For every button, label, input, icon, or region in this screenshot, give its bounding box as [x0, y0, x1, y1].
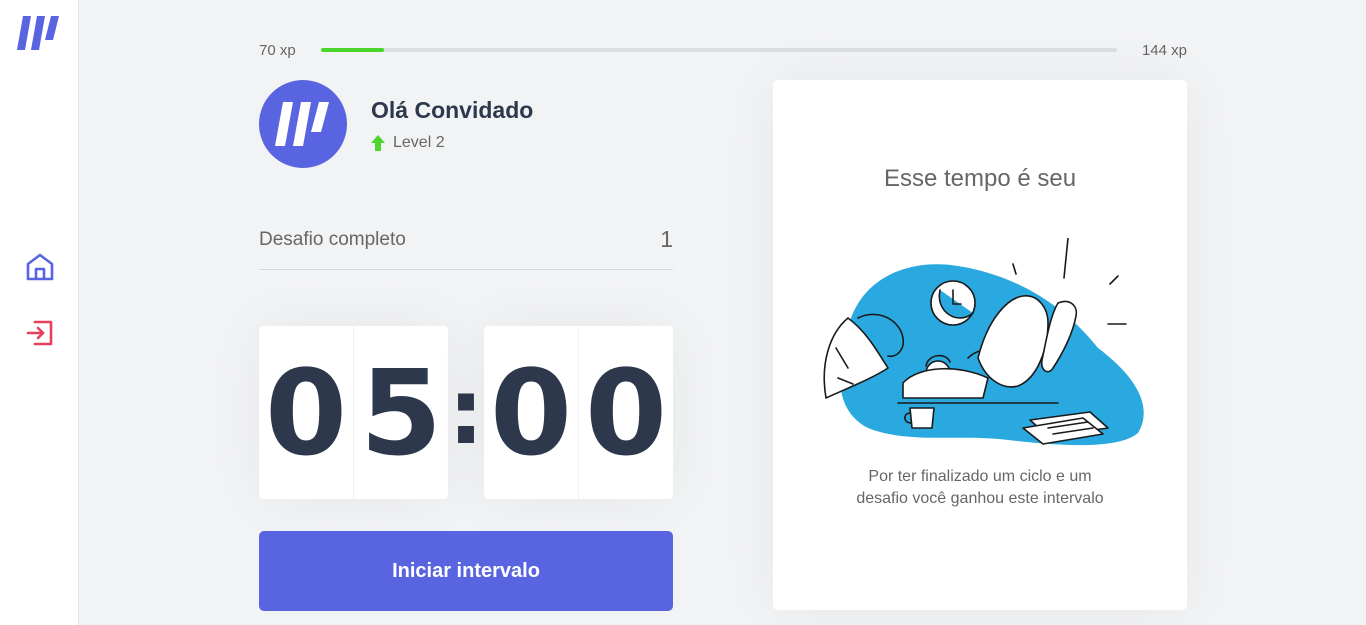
level-label: Level 2 — [393, 133, 445, 151]
experience-bar: 70 xp 144 xp — [259, 40, 1187, 60]
profile-level: Level 2 — [371, 134, 533, 152]
break-card-message: Por ter finalizado um ciclo e um desafio… — [856, 468, 1104, 507]
sidebar — [0, 0, 79, 625]
countdown: 0 5 : 0 0 — [259, 326, 673, 499]
break-card: Esse tempo é seu Por ter finalizado um c… — [773, 80, 1187, 610]
seconds-display: 0 0 — [484, 326, 673, 499]
start-break-button[interactable]: Iniciar intervalo — [259, 531, 673, 611]
logout-icon — [26, 320, 53, 346]
resting-person-illustration — [808, 237, 1153, 453]
countdown-separator: : — [448, 359, 484, 465]
home-icon — [26, 253, 54, 281]
profile: Olá Convidado Level 2 — [259, 80, 533, 168]
current-xp-label: 70 xp — [259, 41, 296, 59]
completed-challenges-label: Desafio completo — [259, 229, 406, 250]
profile-name: Olá Convidado — [371, 96, 534, 123]
nav-logout-button[interactable] — [24, 317, 56, 349]
seconds-tens-digit: 0 — [489, 343, 573, 482]
completed-challenges: Desafio completo 1 — [259, 220, 673, 270]
avatar-logo-icon — [275, 102, 329, 146]
seconds-ones-digit: 0 — [578, 326, 673, 499]
break-card-title: Esse tempo é seu — [883, 165, 1077, 192]
minutes-tens-digit: 0 — [264, 343, 348, 482]
level-up-arrow-icon — [371, 134, 385, 151]
nav-home-button[interactable] — [24, 251, 56, 283]
moveit-logo-icon — [17, 16, 61, 52]
xp-progress-fill — [320, 48, 385, 52]
minutes-ones-digit: 5 — [353, 326, 448, 499]
avatar — [259, 80, 347, 168]
profile-info: Olá Convidado Level 2 — [371, 97, 533, 152]
xp-progress-track — [320, 48, 1117, 52]
minutes-display: 0 5 — [259, 326, 448, 499]
next-level-xp-label: 144 xp — [1141, 41, 1187, 59]
completed-challenges-count: 1 — [660, 226, 673, 252]
